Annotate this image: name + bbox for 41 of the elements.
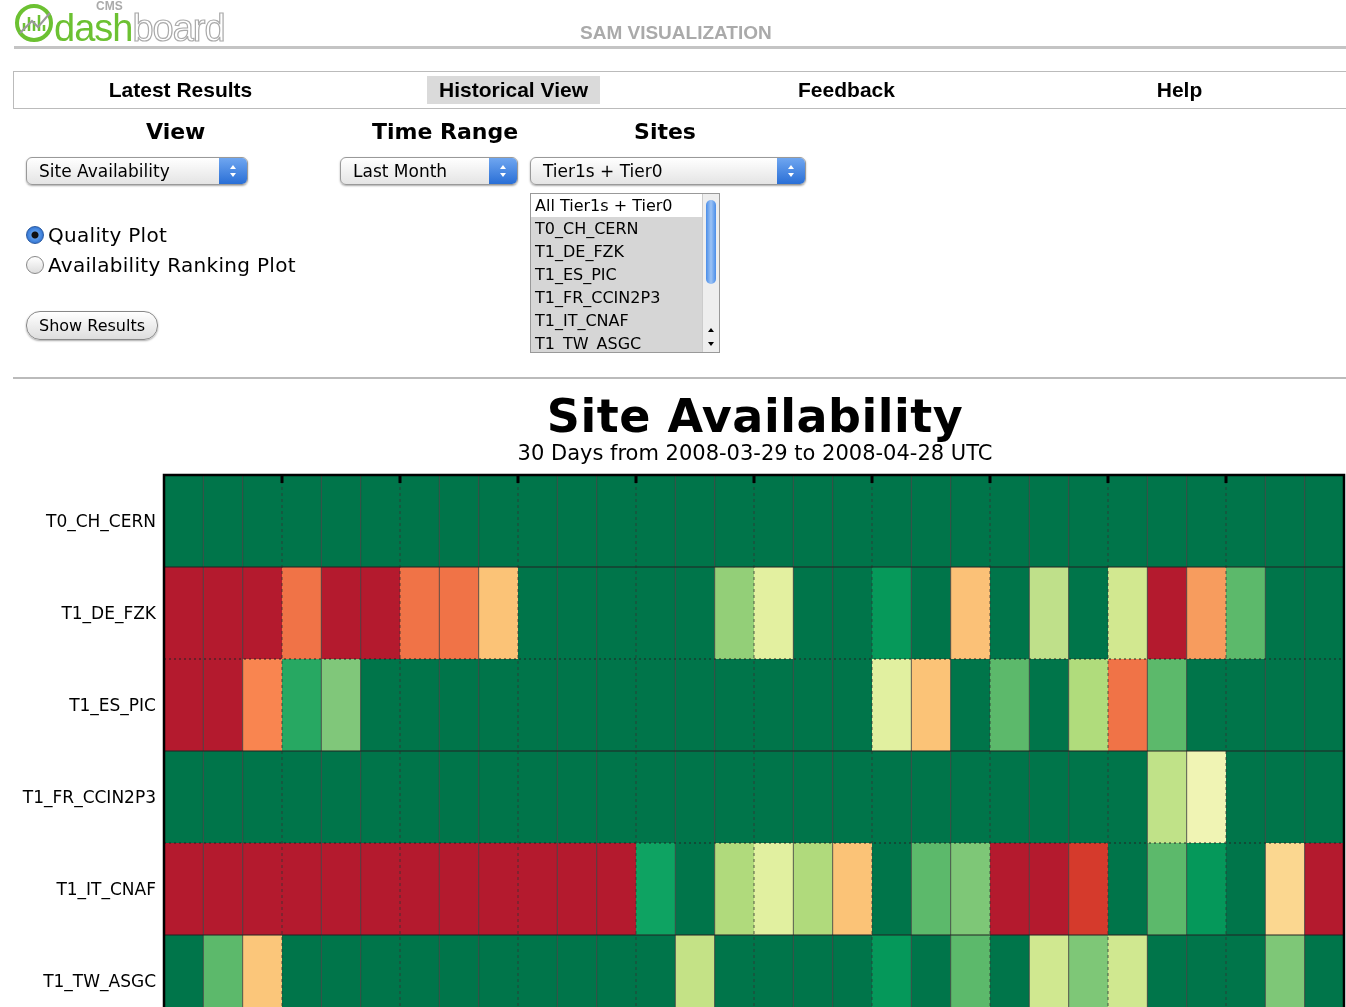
scrollbar[interactable] <box>702 194 719 352</box>
sites-listbox[interactable]: All Tier1s + Tier0 T0_CH_CERN T1_DE_FZK T1_ES_PIC T1_FR_CCIN2P3 T1_IT_CNAF T1_TW_ASGC <box>530 193 720 353</box>
radio-button[interactable] <box>26 256 44 274</box>
control-label: View <box>146 119 206 146</box>
chart-subtitle: 30 Days from 2008-03-29 to 2008-04-28 UTC <box>516 441 994 465</box>
logo-caption: CMS <box>96 0 123 12</box>
site-label: T1_ES_PIC <box>69 695 156 715</box>
list-option[interactable]: T0_CH_CERN <box>531 217 702 240</box>
stepper-icon <box>229 164 237 178</box>
sites-dropdown[interactable]: Tier1s + Tier0 <box>530 157 806 185</box>
site-label: T1_TW_ASGC <box>43 971 156 991</box>
chart-title: Site Availability <box>545 391 965 441</box>
site-label: T0_CH_CERN <box>46 511 156 531</box>
nav-tab[interactable]: Help <box>1144 76 1215 104</box>
list-option[interactable]: T1_TW_ASGC <box>531 332 702 352</box>
logo-wordmark: dash <box>54 13 133 43</box>
logo-wordmark-suffix: board <box>132 13 225 43</box>
radio-label[interactable]: Quality Plot <box>48 223 168 247</box>
scroll-up-icon[interactable] <box>707 326 715 334</box>
show-results-button[interactable]: Show Results <box>26 311 159 340</box>
site-label: T1_FR_CCIN2P3 <box>22 787 156 807</box>
view-dropdown[interactable]: Site Availability <box>26 157 248 185</box>
time-range-dropdown[interactable]: Last Month <box>340 157 518 185</box>
site-label: T1_IT_CNAF <box>56 879 156 899</box>
logo-icon <box>14 3 54 43</box>
stepper-icon <box>499 164 507 178</box>
control-label: Sites <box>634 119 696 146</box>
radio-label[interactable]: Availability Ranking Plot <box>48 253 296 277</box>
radio-button[interactable] <box>26 226 44 244</box>
nav-tab[interactable]: Feedback <box>786 76 907 104</box>
stepper-icon <box>787 164 795 178</box>
list-option[interactable]: T1_DE_FZK <box>531 240 702 263</box>
list-option[interactable]: T1_IT_CNAF <box>531 309 702 332</box>
nav-tab[interactable]: Historical View <box>427 76 600 104</box>
nav-tab[interactable]: Latest Results <box>96 76 265 104</box>
page-title: SAM VISUALIZATION <box>580 22 772 44</box>
list-option[interactable]: T1_FR_CCIN2P3 <box>531 286 702 309</box>
list-option[interactable]: T1_ES_PIC <box>531 263 702 286</box>
scroll-down-icon[interactable] <box>707 340 715 348</box>
control-label: Time Range <box>371 119 519 146</box>
site-label: T1_DE_FZK <box>61 603 156 623</box>
